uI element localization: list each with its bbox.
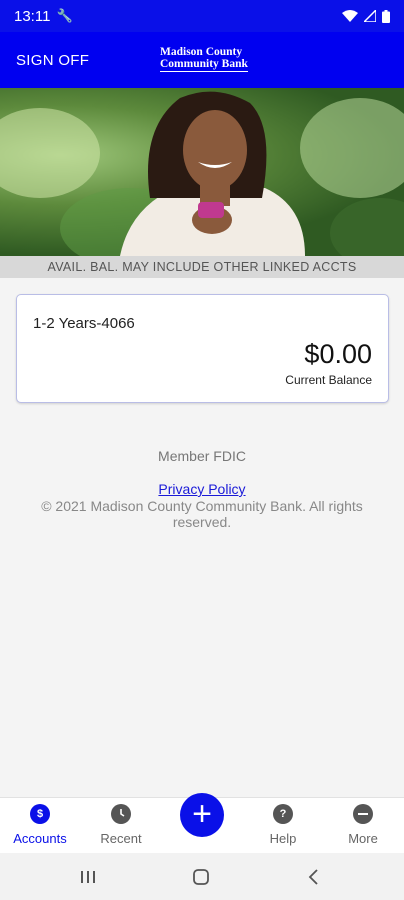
tab-label: Help — [269, 831, 297, 846]
home-icon[interactable] — [171, 853, 231, 900]
woman-with-phone-illustration — [120, 91, 305, 256]
more-icon — [353, 804, 373, 824]
sign-off-button[interactable]: SIGN OFF — [16, 52, 89, 69]
status-icons — [342, 9, 390, 23]
recent-apps-icon[interactable] — [58, 853, 118, 900]
tab-label: Recent — [100, 831, 142, 846]
battery-icon — [382, 9, 390, 23]
account-balance: $0.00 — [304, 339, 372, 369]
question-icon: ? — [273, 804, 293, 824]
status-bar: 13:11 🔧 — [0, 0, 404, 32]
account-card[interactable]: 1-2 Years-4066 $0.00 Current Balance — [16, 294, 389, 403]
copyright-text: © 2021 Madison County Community Bank. Al… — [41, 498, 363, 530]
app-header: SIGN OFF Madison County Community Bank — [0, 32, 404, 88]
privacy-policy-link[interactable]: Privacy Policy — [158, 481, 245, 497]
tab-label: More — [348, 831, 378, 846]
logo-line-1: Madison County — [160, 46, 243, 58]
signal-icon — [364, 10, 376, 22]
tab-help[interactable]: ? Help — [243, 798, 323, 854]
member-fdic-text: Member FDIC — [158, 448, 246, 464]
tab-more[interactable]: More — [323, 798, 403, 854]
wrench-icon: 🔧 — [56, 8, 73, 23]
account-name: 1-2 Years-4066 — [33, 315, 135, 332]
add-action-button[interactable]: + — [180, 793, 224, 837]
hero-banner-image — [0, 88, 404, 256]
linked-accounts-notice: AVAIL. BAL. MAY INCLUDE OTHER LINKED ACC… — [0, 256, 404, 278]
tab-recent[interactable]: Recent — [81, 798, 161, 854]
logo-line-2: Community Bank — [160, 58, 248, 72]
dollar-coin-icon: $ — [30, 804, 50, 824]
tab-label: Accounts — [13, 831, 67, 846]
bank-logo: Madison County Community Bank — [160, 46, 248, 72]
system-nav-bar — [0, 853, 404, 900]
balance-label: Current Balance — [285, 373, 372, 387]
privacy-policy-wrapper: Privacy Policy — [0, 481, 404, 497]
back-icon[interactable] — [284, 853, 344, 900]
clock-icon — [111, 804, 131, 824]
wifi-icon — [342, 10, 358, 22]
status-time: 13:11 — [14, 7, 51, 25]
tab-accounts[interactable]: $ Accounts — [0, 798, 80, 854]
